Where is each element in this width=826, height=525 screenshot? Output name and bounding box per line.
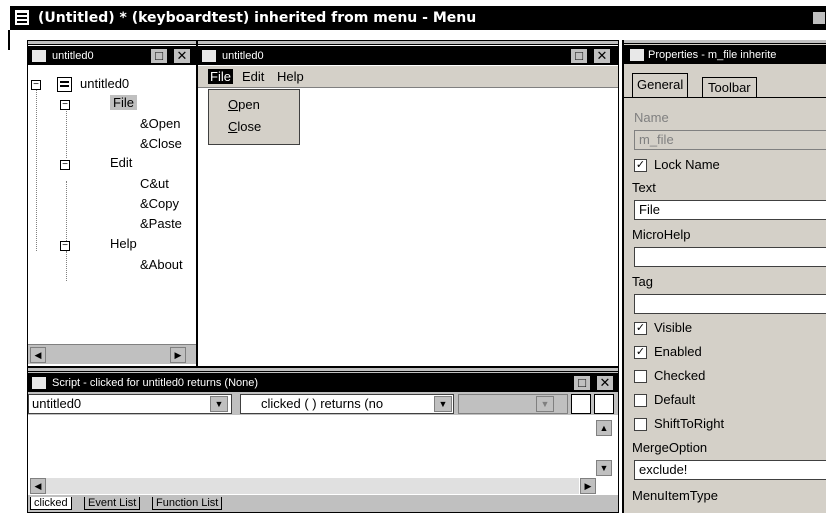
menu-edit[interactable]: Edit	[238, 69, 268, 84]
tree-item-edit[interactable]: Edit	[110, 155, 132, 170]
event-select[interactable]: clicked ( ) returns (no	[240, 394, 454, 414]
name-label: Name	[634, 110, 669, 125]
script-horizontal-scrollbar[interactable]	[46, 478, 579, 494]
tree-expander[interactable]: −	[60, 241, 70, 251]
tab-function-list[interactable]: Function List	[152, 497, 223, 510]
tree-item-file[interactable]: File	[110, 95, 137, 110]
tab-clicked[interactable]: clicked	[30, 497, 72, 510]
tab-toolbar[interactable]: Toolbar	[702, 77, 757, 97]
tree-expander[interactable]: −	[60, 160, 70, 170]
window-icon	[629, 48, 645, 62]
script-maximize-button[interactable]: □	[573, 375, 591, 391]
shifttoright-label: ShiftToRight	[654, 416, 725, 431]
properties-titlebar: Properties - m_file inherite	[624, 45, 826, 64]
tab-event-list[interactable]: Event List	[84, 497, 141, 510]
properties-title: Properties - m_file inherite	[648, 49, 777, 61]
tree-item-help[interactable]: Help	[110, 236, 137, 251]
tree-item-untitled0[interactable]: untitled0	[80, 76, 129, 91]
window-icon	[31, 376, 47, 390]
tag-label: Tag	[632, 274, 653, 289]
microhelp-label: MicroHelp	[632, 227, 691, 242]
tree-expander[interactable]: −	[60, 100, 70, 110]
preview-panel: untitled0 □ ✕ File Edit Help Open Close	[197, 40, 619, 367]
grid-icon[interactable]	[594, 394, 614, 414]
menu-object-icon	[57, 77, 72, 92]
text-field[interactable]: File	[634, 200, 826, 220]
enabled-label: Enabled	[654, 344, 702, 359]
object-select-dropdown-arrow[interactable]: ▼	[210, 396, 228, 412]
tree-item-close[interactable]: &Close	[140, 136, 182, 151]
tree-item-copy[interactable]: &Copy	[140, 196, 179, 211]
default-checkbox[interactable]	[634, 394, 647, 407]
microhelp-field[interactable]	[634, 247, 826, 267]
tree-item-cut[interactable]: C&ut	[140, 176, 169, 191]
window-icon	[31, 49, 47, 63]
list-icon[interactable]	[571, 394, 591, 414]
preview-close-button[interactable]: ✕	[593, 48, 611, 64]
ancestor-select-dropdown-arrow[interactable]: ▼	[536, 396, 554, 412]
main-titlebar: (Untitled) * (keyboardtest) inherited fr…	[10, 6, 826, 30]
tag-field[interactable]	[634, 294, 826, 314]
checked-label: Checked	[654, 368, 706, 383]
visible-checkbox[interactable]: ✓	[634, 322, 647, 335]
tree-close-button[interactable]: ✕	[173, 48, 191, 64]
mergeoption-field[interactable]: exclude!	[634, 460, 826, 480]
script-titlebar: Script - clicked for untitled0 returns (…	[28, 373, 618, 392]
lock-name-label: Lock Name	[654, 157, 720, 172]
tree-panel: untitled0 □ ✕ − untitled0 − File &Open &…	[27, 40, 197, 367]
event-select-dropdown-arrow[interactable]: ▼	[434, 396, 452, 412]
default-label: Default	[654, 392, 696, 407]
tree-panel-title: untitled0	[52, 50, 94, 62]
scroll-right-button[interactable]: ▶	[170, 347, 186, 363]
dropdown-close[interactable]: Close	[224, 119, 265, 134]
tree-item-about[interactable]: &About	[140, 257, 195, 272]
menuitemtype-label: MenuItemType	[632, 488, 718, 503]
script-close-button[interactable]: ✕	[596, 375, 614, 391]
properties-panel: Properties - m_file inherite General Too…	[622, 40, 826, 513]
tree-maximize-button[interactable]: □	[150, 48, 168, 64]
name-field[interactable]: m_file	[634, 130, 826, 150]
lock-name-checkbox[interactable]: ✓	[634, 159, 647, 172]
main-title: (Untitled) * (keyboardtest) inherited fr…	[38, 10, 477, 26]
shifttoright-checkbox[interactable]	[634, 418, 647, 431]
enabled-checkbox[interactable]: ✓	[634, 346, 647, 359]
main-minimize-button[interactable]: _	[812, 11, 826, 26]
object-select[interactable]: untitled0	[28, 394, 232, 414]
script-scroll-left[interactable]: ◀	[30, 478, 46, 494]
scroll-left-button[interactable]: ◀	[30, 347, 46, 363]
script-scroll-up[interactable]: ▲	[596, 420, 612, 436]
text-label: Text	[632, 180, 656, 195]
script-panel: Script - clicked for untitled0 returns (…	[27, 367, 619, 513]
tree-item-open[interactable]: &Open	[140, 116, 180, 131]
script-title: Script - clicked for untitled0 returns (…	[52, 377, 259, 389]
checked-checkbox[interactable]	[634, 370, 647, 383]
preview-title: untitled0	[222, 50, 264, 62]
tree-expander[interactable]: −	[31, 80, 41, 90]
dropdown-open[interactable]: Open	[224, 97, 264, 112]
preview-titlebar: untitled0	[198, 46, 618, 65]
visible-label: Visible	[654, 320, 693, 335]
window-icon	[201, 49, 217, 63]
tree-panel-titlebar: untitled0	[28, 46, 196, 65]
app-icon	[14, 9, 30, 26]
mergeoption-label: MergeOption	[632, 440, 708, 455]
script-scroll-down[interactable]: ▼	[596, 460, 612, 476]
tab-general[interactable]: General	[632, 73, 689, 97]
script-scroll-right[interactable]: ▶	[580, 478, 596, 494]
preview-maximize-button[interactable]: □	[570, 48, 588, 64]
menu-file[interactable]: File	[208, 69, 233, 84]
menu-help[interactable]: Help	[273, 69, 308, 84]
tree-item-paste[interactable]: &Paste	[140, 216, 182, 231]
